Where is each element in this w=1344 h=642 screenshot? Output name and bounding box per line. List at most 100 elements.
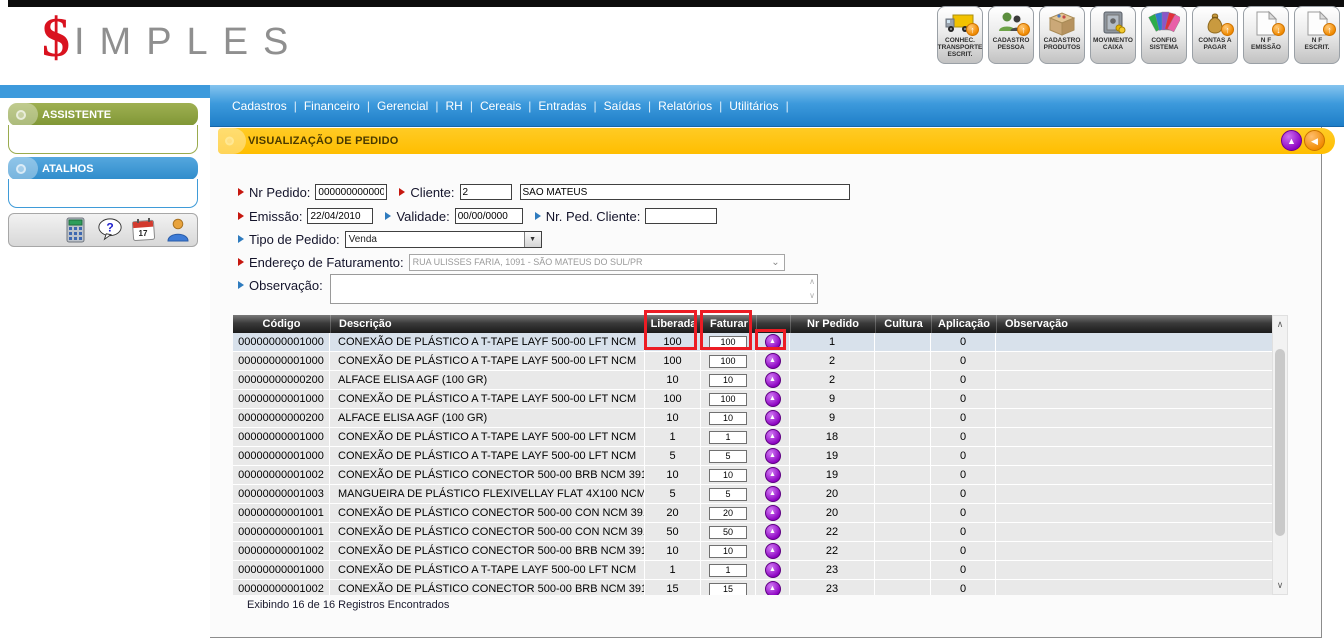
table-row[interactable]: 00000000001002CONEXÃO DE PLÁSTICO CONECT… (233, 542, 1272, 561)
scroll-down-icon[interactable]: ∨ (1273, 580, 1287, 591)
cliente-name-input[interactable] (520, 184, 850, 200)
calculator-icon[interactable] (63, 217, 89, 243)
endereco-faturamento-select[interactable]: RUA ULISSES FARIA, 1091 - SÃO MATEUS DO … (409, 254, 785, 271)
table-row[interactable]: 00000000000200ALFACE ELISA AGF (100 GR)1… (233, 371, 1272, 390)
row-action-button[interactable]: ▲ (765, 334, 781, 350)
col-header-observacao[interactable]: Observação (996, 315, 1272, 333)
scroll-up-icon[interactable]: ∧ (1273, 319, 1287, 330)
faturar-input[interactable] (709, 507, 747, 520)
cell-liberada: 100 (645, 352, 701, 370)
table-row[interactable]: 00000000001000CONEXÃO DE PLÁSTICO A T-TA… (233, 428, 1272, 447)
menu-item-cereais[interactable]: Cereais (480, 99, 521, 113)
cadastro-produtos-button[interactable]: CADASTROPRODUTOS (1039, 6, 1085, 64)
faturar-input[interactable] (709, 469, 747, 482)
menu-item-financeiro[interactable]: Financeiro (304, 99, 360, 113)
dropdown-arrow-icon: ▼ (524, 232, 541, 247)
validade-input[interactable] (455, 208, 523, 224)
nf-escrit-button[interactable]: ↑N FESCRIT. (1294, 6, 1340, 64)
movimento-caixa-button[interactable]: MOVIMENTOCAIXA (1090, 6, 1136, 64)
row-action-button[interactable]: ▲ (765, 372, 781, 388)
table-row[interactable]: 00000000001000CONEXÃO DE PLÁSTICO A T-TA… (233, 352, 1272, 371)
col-header-nr-pedido[interactable]: Nr Pedido (790, 315, 875, 333)
faturar-input[interactable] (709, 336, 747, 349)
row-action-button[interactable]: ▲ (765, 581, 781, 595)
cell-action: ▲ (756, 542, 790, 560)
faturar-input[interactable] (709, 412, 747, 425)
menu-item-entradas[interactable]: Entradas (538, 99, 586, 113)
emissao-input[interactable] (307, 208, 373, 224)
menu-item-saidas[interactable]: Saídas (604, 99, 641, 113)
conhec-transporte-escrit-button[interactable]: ↑CONHEC.TRANSPORTEESCRIT. (937, 6, 983, 64)
table-scrollbar[interactable]: ∧ ∨ (1272, 315, 1288, 595)
cadastro-pessoa-button[interactable]: ↑CADASTROPESSOA (988, 6, 1034, 64)
row-action-button[interactable]: ▲ (765, 524, 781, 540)
menu-item-rh[interactable]: RH (445, 99, 462, 113)
col-header-descricao[interactable]: Descrição (330, 315, 645, 333)
collapse-button[interactable]: ▲ (1281, 130, 1302, 151)
user-icon[interactable] (165, 217, 191, 243)
nf-emissao-button[interactable]: ↓N FEMISSÃO (1243, 6, 1289, 64)
menu-item-gerencial[interactable]: Gerencial (377, 99, 428, 113)
observacao-textarea[interactable]: ∧ ∨ (330, 274, 818, 304)
back-button[interactable]: ◀ (1304, 130, 1325, 151)
scrollbar-thumb[interactable] (1275, 349, 1285, 536)
cell-nr-pedido: 2 (790, 371, 875, 389)
textarea-scroll-down-icon[interactable]: ∨ (809, 292, 815, 300)
col-header-action (756, 315, 790, 333)
faturar-input[interactable] (709, 374, 747, 387)
help-icon[interactable]: ? (97, 217, 123, 243)
table-row[interactable]: 00000000001001CONEXÃO DE PLÁSTICO CONECT… (233, 523, 1272, 542)
faturar-input[interactable] (709, 355, 747, 368)
sidebar-panel-assistente[interactable]: ASSISTENTE (8, 103, 198, 126)
cell-observacao (996, 352, 1272, 370)
calendar-icon[interactable]: 17 (131, 217, 157, 243)
row-action-button[interactable]: ▲ (765, 505, 781, 521)
table-row[interactable]: 00000000001001CONEXÃO DE PLÁSTICO CONECT… (233, 504, 1272, 523)
faturar-input[interactable] (709, 526, 747, 539)
textarea-scroll-up-icon[interactable]: ∧ (809, 278, 815, 286)
panel-dot-icon (16, 110, 26, 120)
table-row[interactable]: 00000000001000CONEXÃO DE PLÁSTICO A T-TA… (233, 333, 1272, 352)
row-action-button[interactable]: ▲ (765, 486, 781, 502)
table-row[interactable]: 00000000001002CONEXÃO DE PLÁSTICO CONECT… (233, 580, 1272, 595)
table-row[interactable]: 00000000001000CONEXÃO DE PLÁSTICO A T-TA… (233, 561, 1272, 580)
row-action-button[interactable]: ▲ (765, 429, 781, 445)
table-row[interactable]: 00000000001000CONEXÃO DE PLÁSTICO A T-TA… (233, 390, 1272, 409)
contas-a-pagar-button[interactable]: ↑CONTAS APAGAR (1192, 6, 1238, 64)
col-header-codigo[interactable]: Código (233, 315, 330, 333)
faturar-input[interactable] (709, 583, 747, 596)
row-action-button[interactable]: ▲ (765, 543, 781, 559)
col-header-aplicacao[interactable]: Aplicação (931, 315, 996, 333)
cliente-code-input[interactable] (460, 184, 512, 200)
row-action-button[interactable]: ▲ (765, 410, 781, 426)
table-row[interactable]: 00000000001002CONEXÃO DE PLÁSTICO CONECT… (233, 466, 1272, 485)
faturar-input[interactable] (709, 564, 747, 577)
menu-item-relatorios[interactable]: Relatórios (658, 99, 712, 113)
faturar-input[interactable] (709, 450, 747, 463)
faturar-input[interactable] (709, 488, 747, 501)
nr-ped-cliente-input[interactable] (645, 208, 717, 224)
col-header-liberada[interactable]: Liberada (645, 315, 701, 333)
row-action-button[interactable]: ▲ (765, 353, 781, 369)
faturar-input[interactable] (709, 393, 747, 406)
row-action-button[interactable]: ▲ (765, 448, 781, 464)
row-action-button[interactable]: ▲ (765, 391, 781, 407)
table-row[interactable]: 00000000001000CONEXÃO DE PLÁSTICO A T-TA… (233, 447, 1272, 466)
row-action-button[interactable]: ▲ (765, 467, 781, 483)
nr-pedido-input[interactable] (315, 184, 387, 200)
sidebar-panel-label: ASSISTENTE (42, 109, 111, 121)
faturar-input[interactable] (709, 545, 747, 558)
tipo-pedido-select[interactable]: Venda ▼ (345, 231, 542, 248)
faturar-input[interactable] (709, 431, 747, 444)
col-header-faturar[interactable]: Faturar (701, 315, 756, 333)
row-action-button[interactable]: ▲ (765, 562, 781, 578)
table-row[interactable]: 00000000000200ALFACE ELISA AGF (100 GR)1… (233, 409, 1272, 428)
table-row[interactable]: 00000000001003MANGUEIRA DE PLÁSTICO FLEX… (233, 485, 1272, 504)
cell-aplicacao: 0 (931, 447, 996, 465)
sidebar-panel-atalhos[interactable]: ATALHOS (8, 157, 198, 180)
menu-item-utilitarios[interactable]: Utilitários (729, 99, 778, 113)
toolbar-button-label: CONTAS APAGAR (1198, 37, 1231, 51)
menu-item-cadastros[interactable]: Cadastros (232, 99, 287, 113)
config-sistema-button[interactable]: CONFIGSISTEMA (1141, 6, 1187, 64)
col-header-cultura[interactable]: Cultura (875, 315, 931, 333)
